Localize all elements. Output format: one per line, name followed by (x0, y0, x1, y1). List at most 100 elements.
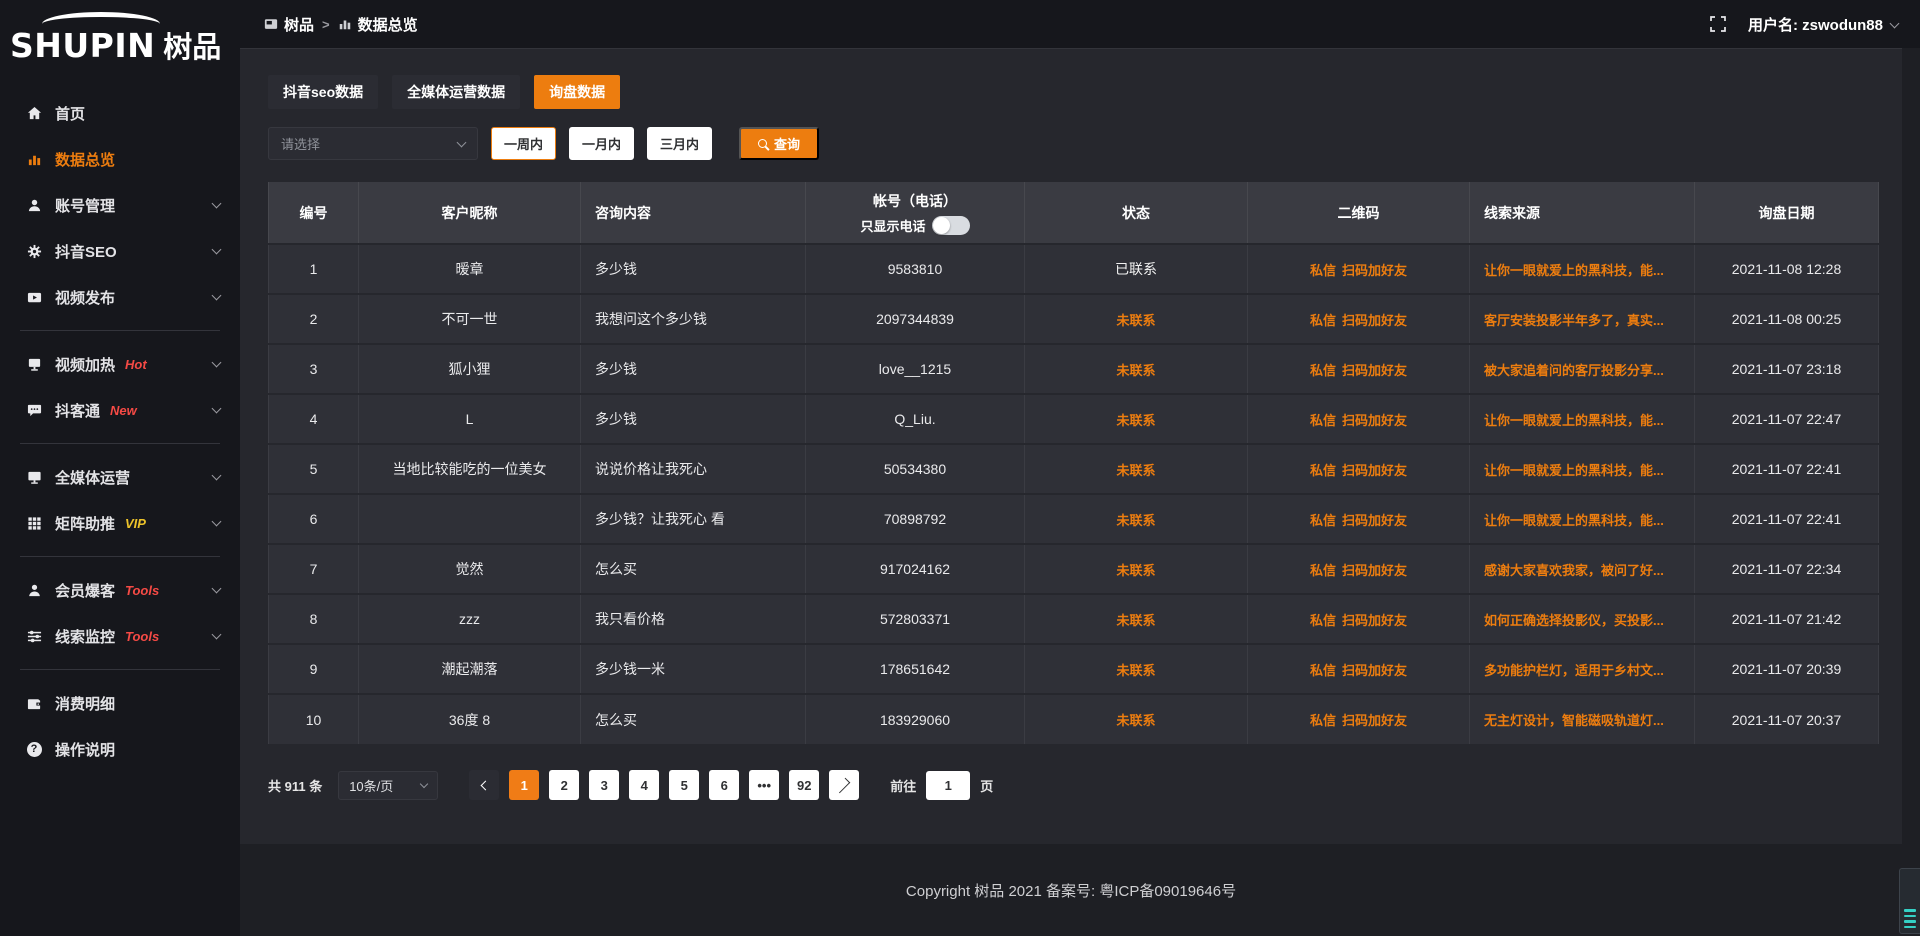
cell-source[interactable]: 客厅安装投影半年多了，真实... (1470, 294, 1695, 344)
sidebar-divider (20, 443, 220, 444)
cell-nickname: 觉然 (359, 544, 581, 594)
logo-text-cn: 树品 (163, 24, 221, 66)
page-size-select[interactable]: 10条/页 (338, 771, 438, 800)
floating-widget[interactable] (1899, 868, 1920, 934)
qr-link[interactable]: 扫码加好友 (1342, 610, 1407, 629)
breadcrumb-item-current[interactable]: 数据总览 (338, 14, 418, 35)
qr-link[interactable]: 扫码加好友 (1342, 360, 1407, 379)
prev-page-button[interactable] (469, 770, 499, 800)
qr-link[interactable]: 私信 (1310, 560, 1336, 579)
cell-qr: 私信扫码加好友 (1248, 644, 1470, 694)
cell-nickname: 暧章 (359, 244, 581, 294)
tab[interactable]: 抖音seo数据 (268, 75, 378, 109)
filter-select[interactable]: 请选择 (268, 127, 478, 160)
page-ellipsis-button[interactable]: ••• (749, 770, 779, 800)
range-button[interactable]: 一月内 (569, 127, 634, 160)
qr-link[interactable]: 私信 (1310, 360, 1336, 379)
qr-link[interactable]: 扫码加好友 (1342, 410, 1407, 429)
cell-nickname: 不可一世 (359, 294, 581, 344)
sidebar-item[interactable]: 首页 (0, 90, 240, 136)
sidebar-item[interactable]: ?操作说明 (0, 726, 240, 772)
qr-link[interactable]: 扫码加好友 (1342, 310, 1407, 329)
cell-source[interactable]: 让你一眼就爱上的黑科技，能... (1470, 494, 1695, 544)
page-number-button[interactable]: 6 (709, 770, 739, 800)
sidebar-item[interactable]: 会员爆客Tools (0, 567, 240, 613)
brand-logo: SHUPIN 树品 (0, 8, 240, 76)
cell-content: 我只看价格 (581, 594, 806, 644)
search-button[interactable]: 查询 (739, 127, 819, 160)
range-button[interactable]: 一周内 (491, 127, 556, 160)
cell-source[interactable]: 让你一眼就爱上的黑科技，能... (1470, 244, 1695, 294)
video-publish-icon (26, 289, 42, 305)
status-badge: 未联系 (1116, 663, 1155, 678)
cell-index: 10 (269, 694, 359, 744)
grid-icon (26, 515, 42, 531)
sidebar-item[interactable]: 全媒体运营 (0, 454, 240, 500)
cell-source[interactable]: 感谢大家喜欢我家，被问了好... (1470, 544, 1695, 594)
page-number-button[interactable]: 4 (629, 770, 659, 800)
cell-account: Q_Liu. (806, 394, 1025, 444)
logo-text-en: SHUPIN (10, 26, 155, 65)
sidebar-item[interactable]: 视频发布 (0, 274, 240, 320)
cell-source[interactable]: 无主灯设计，智能磁吸轨道灯... (1470, 694, 1695, 744)
qr-link[interactable]: 扫码加好友 (1342, 660, 1407, 679)
cell-status: 未联系 (1025, 594, 1248, 644)
tab[interactable]: 全媒体运营数据 (392, 75, 520, 109)
sidebar-divider (20, 556, 220, 557)
page-number-button[interactable]: 5 (669, 770, 699, 800)
cell-qr: 私信扫码加好友 (1248, 444, 1470, 494)
page-number-button[interactable]: 1 (509, 770, 539, 800)
qr-link[interactable]: 私信 (1310, 610, 1336, 629)
qr-link[interactable]: 私信 (1310, 510, 1336, 529)
jump-page-input[interactable] (926, 771, 970, 800)
sidebar-item[interactable]: 线索监控Tools (0, 613, 240, 659)
user-menu[interactable]: 用户名: zswodun88 (1748, 14, 1898, 35)
breadcrumb-item-home[interactable]: 树品 (264, 14, 314, 35)
page-number-button[interactable]: 2 (549, 770, 579, 800)
sidebar-item-label: 抖音SEO (55, 241, 117, 262)
sidebar-item[interactable]: 抖音SEO (0, 228, 240, 274)
cell-source[interactable]: 让你一眼就爱上的黑科技，能... (1470, 444, 1695, 494)
jump-label-after: 页 (980, 776, 993, 795)
cell-source[interactable]: 让你一眼就爱上的黑科技，能... (1470, 394, 1695, 444)
qr-link[interactable]: 私信 (1310, 410, 1336, 429)
cell-source[interactable]: 如何正确选择投影仪，买投影... (1470, 594, 1695, 644)
qr-link[interactable]: 私信 (1310, 260, 1336, 279)
phone-only-toggle[interactable] (932, 216, 970, 235)
cell-date: 2021-11-07 22:34 (1695, 544, 1879, 594)
page-number-button[interactable]: 92 (789, 770, 819, 800)
sidebar-item[interactable]: 视频加热Hot (0, 341, 240, 387)
cell-date: 2021-11-08 12:28 (1695, 244, 1879, 294)
chevron-down-icon (212, 630, 222, 640)
qr-link[interactable]: 扫码加好友 (1342, 260, 1407, 279)
column-header: 咨询内容 (581, 182, 806, 244)
qr-link[interactable]: 扫码加好友 (1342, 510, 1407, 529)
qr-link[interactable]: 扫码加好友 (1342, 560, 1407, 579)
cell-account: 70898792 (806, 494, 1025, 544)
qr-link[interactable]: 扫码加好友 (1342, 460, 1407, 479)
sidebar-item[interactable]: 矩阵助推VIP (0, 500, 240, 546)
sidebar-item[interactable]: 消费明细 (0, 680, 240, 726)
fullscreen-icon[interactable] (1710, 16, 1726, 32)
sidebar-item[interactable]: 数据总览 (0, 136, 240, 182)
next-page-button[interactable] (829, 770, 859, 800)
sidebar-item-label: 全媒体运营 (55, 467, 130, 488)
qr-link[interactable]: 私信 (1310, 460, 1336, 479)
range-button[interactable]: 三月内 (647, 127, 712, 160)
app-icon (264, 17, 278, 31)
status-badge: 未联系 (1116, 363, 1155, 378)
cell-source[interactable]: 被大家追着问的客厅投影分享... (1470, 344, 1695, 394)
qr-link[interactable]: 私信 (1310, 310, 1336, 329)
tab[interactable]: 询盘数据 (534, 75, 620, 109)
cell-source[interactable]: 多功能护栏灯，适用于乡村文... (1470, 644, 1695, 694)
qr-link[interactable]: 私信 (1310, 710, 1336, 729)
cell-qr: 私信扫码加好友 (1248, 244, 1470, 294)
sidebar-item[interactable]: 抖客通New (0, 387, 240, 433)
cell-content: 多少钱一米 (581, 644, 806, 694)
qr-link[interactable]: 私信 (1310, 660, 1336, 679)
pagination: 共 911 条 10条/页 123456•••92 前往 页 (268, 770, 1878, 800)
page-number-button[interactable]: 3 (589, 770, 619, 800)
qr-link[interactable]: 扫码加好友 (1342, 710, 1407, 729)
sidebar-item[interactable]: 账号管理 (0, 182, 240, 228)
table-row: 9潮起潮落多少钱一米178651642未联系私信扫码加好友多功能护栏灯，适用于乡… (269, 644, 1879, 694)
